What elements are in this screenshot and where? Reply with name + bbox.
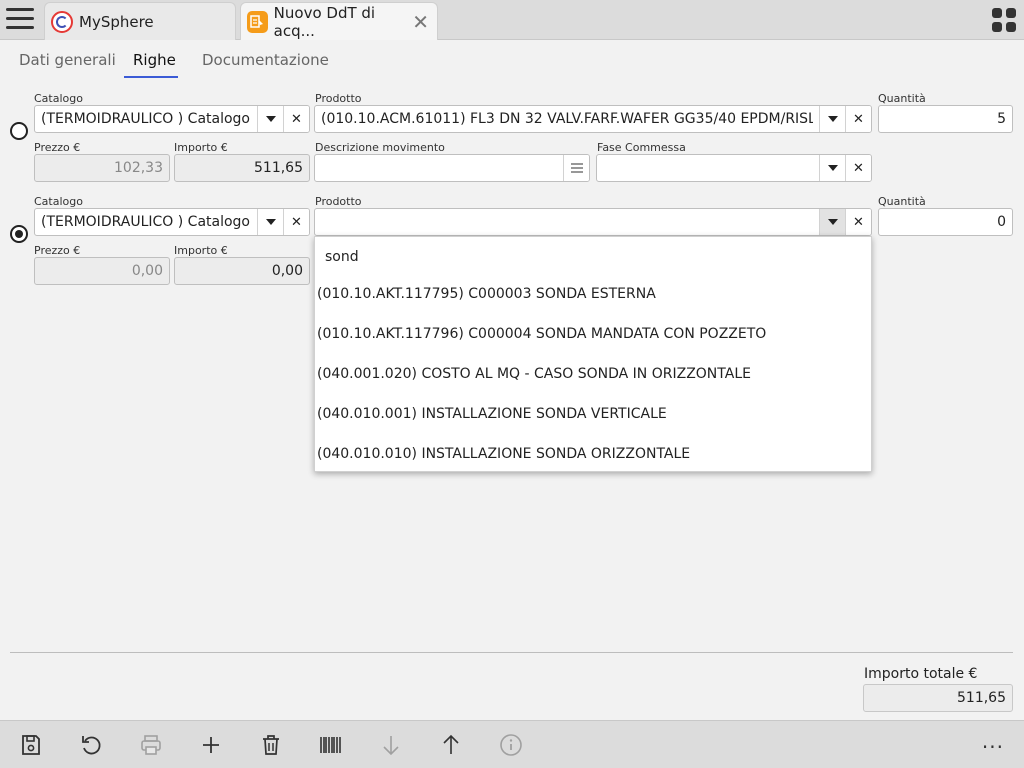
row-1-quantita-input[interactable]: 5 xyxy=(878,105,1013,133)
save-icon[interactable] xyxy=(17,731,45,759)
row-1-select-radio[interactable] xyxy=(10,122,28,140)
quantita-label: Quantità xyxy=(878,195,926,208)
section-tabs: Dati generali Righe Documentazione xyxy=(0,40,1024,80)
close-tab-icon[interactable]: ✕ xyxy=(412,10,429,34)
delete-icon[interactable] xyxy=(257,731,285,759)
arrow-down-icon[interactable] xyxy=(377,731,405,759)
footer-divider xyxy=(10,652,1013,653)
prodotto-dropdown-list: sond (010.10.AKT.117795) C000003 SONDA E… xyxy=(314,236,872,472)
add-icon[interactable] xyxy=(197,731,225,759)
catalogo-dropdown-icon[interactable] xyxy=(257,209,283,235)
undo-icon[interactable] xyxy=(77,731,105,759)
bottom-toolbar: ··· xyxy=(0,720,1024,768)
quantita-label: Quantità xyxy=(878,92,926,105)
row-1-prodotto-value: (010.10.ACM.61011) FL3 DN 32 VALV.FARF.W… xyxy=(321,111,813,127)
dropdown-option[interactable]: (040.001.020) COSTO AL MQ - CASO SONDA I… xyxy=(317,366,751,382)
dropdown-search-text[interactable]: sond xyxy=(325,249,359,265)
row-2-catalogo-combo[interactable]: (TERMOIDRAULICO ) Catalogo ... ✕ xyxy=(34,208,310,236)
tab-righe[interactable]: Righe xyxy=(133,51,176,69)
tab-label: MySphere xyxy=(79,12,154,31)
prezzo-label: Prezzo € xyxy=(34,244,81,257)
catalogo-label: Catalogo xyxy=(34,92,83,105)
row-1-importo-field: 511,65 xyxy=(174,154,310,182)
catalogo-clear-icon[interactable]: ✕ xyxy=(283,106,309,132)
prodotto-label: Prodotto xyxy=(315,195,362,208)
row-2-catalogo-value: (TERMOIDRAULICO ) Catalogo ... xyxy=(41,214,251,230)
active-tab-indicator xyxy=(124,76,178,78)
fase-label: Fase Commessa xyxy=(597,141,686,154)
prodotto-dropdown-icon[interactable] xyxy=(819,209,845,235)
row-2-prezzo-field: 0,00 xyxy=(34,257,170,285)
row-1-prodotto-combo[interactable]: (010.10.ACM.61011) FL3 DN 32 VALV.FARF.W… xyxy=(314,105,872,133)
row-2-importo-field: 0,00 xyxy=(174,257,310,285)
row-2-prodotto-combo[interactable]: ✕ xyxy=(314,208,872,236)
row-1-catalogo-combo[interactable]: (TERMOIDRAULICO ) Catalogo ... ✕ xyxy=(34,105,310,133)
row-2-select-radio[interactable] xyxy=(10,225,28,243)
tab-mysphere[interactable]: MySphere xyxy=(44,2,236,40)
row-1-fase-combo[interactable]: ✕ xyxy=(596,154,872,182)
ddt-document-icon xyxy=(247,10,268,33)
descrizione-label: Descrizione movimento xyxy=(315,141,445,154)
more-icon[interactable]: ··· xyxy=(982,735,1004,759)
row-1-prezzo-field: 102,33 xyxy=(34,154,170,182)
dropdown-option[interactable]: (010.10.AKT.117796) C000004 SONDA MANDAT… xyxy=(317,326,766,342)
mysphere-logo-icon xyxy=(51,10,73,33)
descrizione-lines-icon[interactable] xyxy=(563,155,589,181)
tab-documentazione[interactable]: Documentazione xyxy=(202,51,329,69)
hamburger-menu-icon[interactable] xyxy=(6,8,34,32)
arrow-up-icon[interactable] xyxy=(437,731,465,759)
tab-dati-generali[interactable]: Dati generali xyxy=(19,51,116,69)
row-1-descrizione-input[interactable] xyxy=(314,154,590,182)
catalogo-dropdown-icon[interactable] xyxy=(257,106,283,132)
importo-label: Importo € xyxy=(174,244,228,257)
fase-clear-icon[interactable]: ✕ xyxy=(845,155,871,181)
importo-totale-field: 511,65 xyxy=(863,684,1013,712)
prodotto-clear-icon[interactable]: ✕ xyxy=(845,209,871,235)
tab-label: Nuovo DdT di acq... xyxy=(273,3,376,40)
prezzo-label: Prezzo € xyxy=(34,141,81,154)
dropdown-option[interactable]: (040.010.010) INSTALLAZIONE SONDA ORIZZO… xyxy=(317,446,690,462)
barcode-icon[interactable] xyxy=(317,731,345,759)
importo-label: Importo € xyxy=(174,141,228,154)
info-icon[interactable] xyxy=(497,731,525,759)
catalogo-label: Catalogo xyxy=(34,195,83,208)
row-1-catalogo-value: (TERMOIDRAULICO ) Catalogo ... xyxy=(41,111,251,127)
apps-grid-icon[interactable] xyxy=(992,8,1016,32)
top-bar: MySphere Nuovo DdT di acq... ✕ xyxy=(0,0,1024,40)
dropdown-option[interactable]: (010.10.AKT.117795) C000003 SONDA ESTERN… xyxy=(317,286,656,302)
row-2-quantita-input[interactable]: 0 xyxy=(878,208,1013,236)
prodotto-dropdown-icon[interactable] xyxy=(819,106,845,132)
importo-totale-label: Importo totale € xyxy=(864,666,978,682)
prodotto-label: Prodotto xyxy=(315,92,362,105)
catalogo-clear-icon[interactable]: ✕ xyxy=(283,209,309,235)
prodotto-clear-icon[interactable]: ✕ xyxy=(845,106,871,132)
tab-nuovo-ddt[interactable]: Nuovo DdT di acq... ✕ xyxy=(240,2,438,40)
print-icon[interactable] xyxy=(137,731,165,759)
fase-dropdown-icon[interactable] xyxy=(819,155,845,181)
dropdown-option[interactable]: (040.010.001) INSTALLAZIONE SONDA VERTIC… xyxy=(317,406,667,422)
